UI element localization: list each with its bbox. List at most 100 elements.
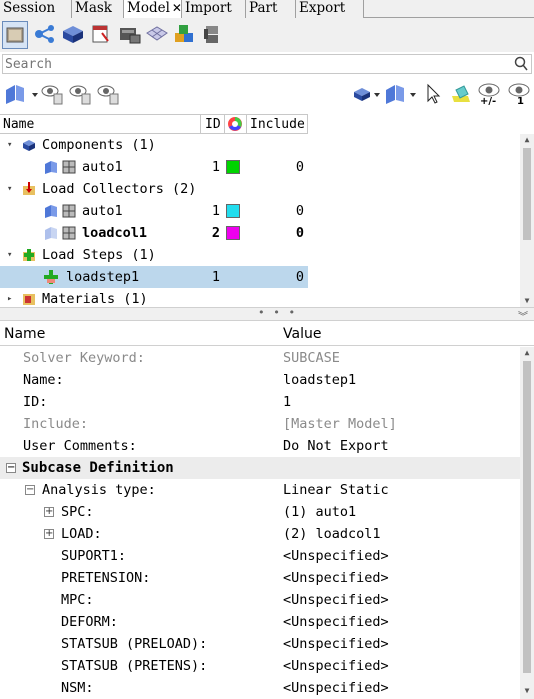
display-mode-button[interactable] <box>4 82 38 106</box>
panel-splitter[interactable]: • • • ︾ <box>0 306 534 323</box>
connectors-button[interactable] <box>32 21 58 49</box>
prop-value[interactable]: <Unspecified> <box>283 677 389 699</box>
prop-row-load[interactable]: + LOAD: (2) loadcol1 <box>0 523 520 545</box>
tree-id: 1 <box>211 203 220 219</box>
scroll-down-icon[interactable]: ▼ <box>522 687 532 695</box>
select-button[interactable] <box>424 82 442 106</box>
solid-block-icon <box>63 26 83 43</box>
prop-value: SUBCASE <box>283 350 340 366</box>
show-one-button[interactable]: 1 <box>506 82 534 112</box>
prop-value[interactable]: (2) loadcol1 <box>283 523 381 545</box>
prop-value[interactable]: <Unspecified> <box>283 545 389 567</box>
prop-name: SPC: <box>61 504 94 520</box>
panel-view-button[interactable] <box>384 82 420 106</box>
prop-row-statsub-pretens[interactable]: STATSUB (PRETENS): <Unspecified> <box>0 655 520 677</box>
expand-toggle-icon[interactable]: ▾ <box>7 244 12 266</box>
prop-row-nsm[interactable]: NSM: <Unspecified> <box>0 677 520 699</box>
chevron-down-icon[interactable]: ︾ <box>518 308 528 323</box>
tree-item-loadstep1[interactable]: loadstep1 1 0 <box>0 266 308 288</box>
prop-value[interactable]: (1) auto1 <box>283 501 356 523</box>
prop-value[interactable]: <Unspecified> <box>283 611 389 633</box>
prop-value[interactable]: <Unspecified> <box>283 633 389 655</box>
prop-row-suport1[interactable]: SUPORT1: <Unspecified> <box>0 545 520 567</box>
tab-mask[interactable]: Mask <box>72 0 124 18</box>
properties-scrollbar[interactable]: ▲ ▼ <box>520 347 534 699</box>
tree-scrollbar[interactable]: ▲ ▼ <box>520 134 534 307</box>
tree-label: Load Collectors (2) <box>42 181 197 197</box>
system-button[interactable] <box>116 21 142 49</box>
expand-icon[interactable]: + <box>44 529 54 539</box>
prop-row-id[interactable]: ID: 1 <box>0 391 520 413</box>
mesh-button[interactable] <box>144 21 170 49</box>
prop-value[interactable]: Do Not Export <box>283 435 389 457</box>
tab-import[interactable]: Import <box>182 0 246 18</box>
prop-name: Solver Keyword: <box>23 350 145 366</box>
search-input[interactable] <box>5 56 505 72</box>
solid-view-button[interactable] <box>352 82 382 106</box>
scroll-thumb[interactable] <box>523 361 531 673</box>
scroll-up-icon[interactable]: ▲ <box>522 349 532 357</box>
prop-value[interactable]: <Unspecified> <box>283 567 389 589</box>
search-icon[interactable] <box>513 55 529 77</box>
close-icon[interactable]: ✕ <box>172 1 182 15</box>
hide-button[interactable] <box>68 82 94 106</box>
scroll-thumb[interactable] <box>523 148 531 240</box>
tree-item-component-auto1[interactable]: auto1 1 0 <box>0 156 308 178</box>
column-header-name[interactable]: Name <box>0 115 201 134</box>
tree-item-loadcol1[interactable]: loadcol1 2 0 <box>0 222 308 244</box>
tab-model[interactable]: Model ✕ <box>123 0 182 19</box>
tree-folder-materials[interactable]: ▸ Materials (1) <box>0 288 308 307</box>
scroll-up-icon[interactable]: ▲ <box>522 136 532 144</box>
prop-row-mpc[interactable]: MPC: <Unspecified> <box>0 589 520 611</box>
expand-toggle-icon[interactable]: ▾ <box>7 134 12 156</box>
prop-value: [Master Model] <box>283 416 397 432</box>
tab-part[interactable]: Part <box>246 0 296 18</box>
prop-value[interactable]: 1 <box>283 391 291 413</box>
scroll-down-icon[interactable]: ▼ <box>522 297 532 305</box>
column-header-id[interactable]: ID <box>201 115 225 134</box>
prop-row-analysis-type[interactable]: − Analysis type: Linear Static <box>0 479 520 501</box>
component-button[interactable] <box>60 21 86 49</box>
color-swatch[interactable] <box>226 204 240 218</box>
tree-item-loadcol-auto1[interactable]: auto1 1 0 <box>0 200 308 222</box>
expand-toggle-icon[interactable]: ▸ <box>7 288 12 307</box>
prop-value[interactable]: <Unspecified> <box>283 589 389 611</box>
highlight-button[interactable] <box>448 82 474 106</box>
prop-row-statsub-preload[interactable]: STATSUB (PRELOAD): <Unspecified> <box>0 633 520 655</box>
tree-folder-load-steps[interactable]: ▾ Load Steps (1) <box>0 244 308 266</box>
show-button[interactable] <box>40 82 66 106</box>
model-view-button[interactable] <box>2 21 28 49</box>
prop-value[interactable]: <Unspecified> <box>283 655 389 677</box>
collapse-icon[interactable]: − <box>6 463 16 473</box>
tab-export[interactable]: Export <box>296 0 364 18</box>
solid-block-icon <box>354 88 380 101</box>
mesh-icon <box>62 160 76 174</box>
color-column-header[interactable] <box>225 115 247 134</box>
tab-bar: Session Mask Model ✕ Import Part Export <box>0 0 534 19</box>
isolate-button[interactable] <box>96 82 122 106</box>
expand-icon[interactable]: + <box>44 507 54 517</box>
prop-row-spc[interactable]: + SPC: (1) auto1 <box>0 501 520 523</box>
panel-icon <box>45 161 57 174</box>
collapse-icon[interactable]: − <box>25 485 35 495</box>
assemblies-button[interactable] <box>172 21 198 49</box>
column-header-include[interactable]: Include <box>247 115 308 134</box>
prop-value[interactable]: loadstep1 <box>283 369 356 391</box>
tree-folder-load-collectors[interactable]: ▾ Load Collectors (2) <box>0 178 308 200</box>
tree-folder-components[interactable]: ▾ Components (1) <box>0 134 308 156</box>
calendar-button[interactable] <box>88 21 114 49</box>
prop-group-subcase-definition[interactable]: − Subcase Definition <box>0 457 520 479</box>
prop-row-deform[interactable]: DEFORM: <Unspecified> <box>0 611 520 633</box>
color-swatch[interactable] <box>226 226 240 240</box>
tab-session[interactable]: Session <box>0 0 72 18</box>
prop-row-user-comments[interactable]: User Comments: Do Not Export <box>0 435 520 457</box>
prop-row-name[interactable]: Name: loadstep1 <box>0 369 520 391</box>
prop-value[interactable]: Linear Static <box>283 479 389 501</box>
expand-toggle-icon[interactable]: ▾ <box>7 178 12 200</box>
color-swatch[interactable] <box>226 160 240 174</box>
groups-button[interactable] <box>200 21 226 49</box>
prop-row-pretension[interactable]: PRETENSION: <Unspecified> <box>0 567 520 589</box>
show-toggle-button[interactable]: +/- <box>476 82 504 112</box>
view-toolbar: +/- 1 <box>0 78 534 112</box>
cylinder-stack-icon <box>204 26 218 43</box>
